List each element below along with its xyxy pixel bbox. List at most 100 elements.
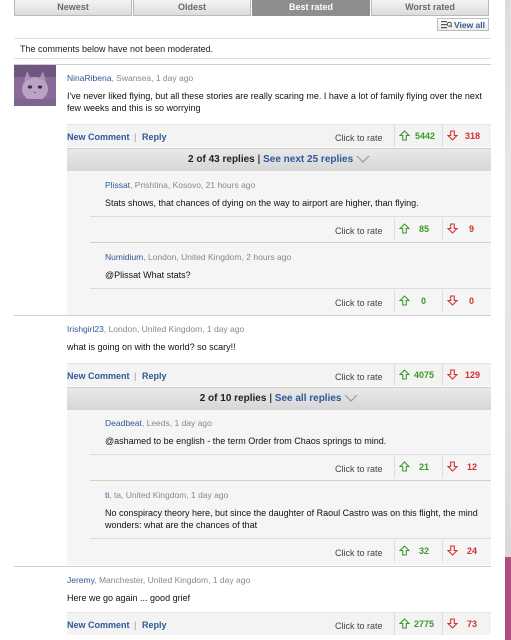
separator: | xyxy=(269,393,272,404)
thumb-down-button[interactable]: 24 xyxy=(442,540,492,562)
thumb-up-button[interactable]: 32 xyxy=(394,540,443,562)
view-all-button[interactable]: View all xyxy=(437,18,489,31)
reply-text: No conspiracy theory here, but since the… xyxy=(105,508,478,530)
down-vote-count: 24 xyxy=(467,546,478,556)
click-to-rate-label: Click to rate xyxy=(335,298,383,308)
thumb-down-arrow-icon xyxy=(447,369,458,380)
new-comment-link[interactable]: New Comment xyxy=(67,371,130,381)
avatar[interactable] xyxy=(14,65,56,106)
reply-text: Stats shows, that chances of dying on th… xyxy=(105,198,419,208)
tab-worst-rated[interactable]: Worst rated xyxy=(371,0,489,16)
reply-action-bar: Click to rate 32 24 xyxy=(90,540,491,562)
comment-location-time: , Swansea, 1 day ago xyxy=(111,73,194,83)
down-vote-count: 0 xyxy=(469,296,475,306)
divider xyxy=(14,58,491,59)
divider xyxy=(14,64,491,65)
thumb-down-button[interactable]: 9 xyxy=(442,218,492,240)
thumb-up-button[interactable]: 4075 xyxy=(394,364,443,386)
thumb-down-button[interactable]: 12 xyxy=(442,456,492,478)
avatar-cat-image xyxy=(14,65,56,106)
reply-action-bar: Click to rate 21 12 xyxy=(90,456,491,478)
comment-location-time: , Manchester, United Kingdom, 1 day ago xyxy=(94,575,251,585)
reply-link[interactable]: Reply xyxy=(142,132,167,142)
divider xyxy=(14,38,491,39)
replies-count: 2 of 10 replies xyxy=(199,393,267,404)
thumb-up-button[interactable]: 0 xyxy=(394,290,443,312)
thumb-up-arrow-icon xyxy=(399,369,410,380)
page-scrollbar[interactable] xyxy=(505,0,511,640)
thumb-down-arrow-icon xyxy=(447,130,458,141)
moderation-notice: The comments below have not been moderat… xyxy=(20,44,214,54)
author-link[interactable]: Jeremy xyxy=(67,575,94,585)
thumb-down-arrow-icon xyxy=(447,545,458,556)
replies-count: 2 of 43 replies xyxy=(188,154,255,165)
click-to-rate-label: Click to rate xyxy=(335,372,383,382)
divider xyxy=(14,315,491,316)
author-link[interactable]: Deadbeat xyxy=(105,418,142,428)
new-comment-link[interactable]: New Comment xyxy=(67,620,130,630)
reply-location-time: , ta, United Kingdom, 1 day ago xyxy=(109,490,229,500)
tab-oldest[interactable]: Oldest xyxy=(133,0,251,16)
thumb-down-button[interactable]: 0 xyxy=(442,290,492,312)
click-to-rate-label: Click to rate xyxy=(335,464,383,474)
thumb-down-arrow-icon xyxy=(447,223,458,234)
thumb-up-arrow-icon xyxy=(399,545,410,556)
comment-action-bar: New Comment | Reply Click to rate 4075 1… xyxy=(67,363,491,386)
reply-link[interactable]: Reply xyxy=(142,371,167,381)
sort-tabs: Newest Oldest Best rated Worst rated xyxy=(14,0,491,16)
thumb-up-arrow-icon xyxy=(399,461,410,472)
thumb-down-arrow-icon xyxy=(447,618,458,629)
comment-meta: NinaRibena, Swansea, 1 day ago xyxy=(67,73,193,83)
separator: | xyxy=(134,620,137,630)
chevron-down-icon[interactable] xyxy=(356,155,370,164)
author-link[interactable]: Plissat xyxy=(105,180,130,190)
divider xyxy=(90,480,491,481)
up-vote-count: 21 xyxy=(419,462,430,472)
thumb-up-button[interactable]: 2775 xyxy=(394,613,443,635)
divider xyxy=(90,216,491,217)
up-vote-count: 4075 xyxy=(414,370,435,380)
comment-action-bar: New Comment | Reply Click to rate 2775 7… xyxy=(67,612,491,635)
reply-location-time: , London, United Kingdom, 2 hours ago xyxy=(143,252,292,262)
reply-action-bar: Click to rate 85 9 xyxy=(90,218,491,240)
new-comment-link[interactable]: New Comment xyxy=(67,132,130,142)
tab-newest[interactable]: Newest xyxy=(14,0,132,16)
reply-location-time: , Leeds, 1 day ago xyxy=(141,418,212,428)
view-all-icon xyxy=(441,21,452,29)
divider xyxy=(14,566,491,567)
down-vote-count: 12 xyxy=(467,462,478,472)
click-to-rate-label: Click to rate xyxy=(335,621,383,631)
down-vote-count: 318 xyxy=(465,131,481,141)
up-vote-count: 2775 xyxy=(414,619,435,629)
author-link[interactable]: Numidium xyxy=(105,252,143,262)
thumb-down-button[interactable]: 73 xyxy=(442,613,492,635)
thumb-down-arrow-icon xyxy=(447,461,458,472)
thumb-up-button[interactable]: 21 xyxy=(394,456,443,478)
scrollbar-thumb[interactable] xyxy=(505,557,511,640)
comment-text: Here we go again ... good grief xyxy=(67,593,191,603)
thumb-down-button[interactable]: 129 xyxy=(442,364,492,386)
thumb-up-button[interactable]: 85 xyxy=(394,218,443,240)
divider xyxy=(90,454,491,455)
thumb-down-arrow-icon xyxy=(447,295,458,306)
comment-location-time: , London, United Kingdom, 1 day ago xyxy=(103,324,245,334)
click-to-rate-label: Click to rate xyxy=(335,226,383,236)
tab-best-rated[interactable]: Best rated xyxy=(252,0,370,16)
author-link[interactable]: Irishgirl23 xyxy=(67,324,104,334)
author-link[interactable]: NinaRibena xyxy=(67,73,111,83)
divider xyxy=(90,538,491,539)
see-next-replies-link[interactable]: See next 25 replies xyxy=(263,154,353,165)
chevron-down-icon[interactable] xyxy=(344,394,358,403)
comment-text: I've never liked flying, but all these s… xyxy=(67,91,482,113)
separator: | xyxy=(134,132,137,142)
reply-link[interactable]: Reply xyxy=(142,620,167,630)
click-to-rate-label: Click to rate xyxy=(335,548,383,558)
thumb-up-button[interactable]: 5442 xyxy=(394,125,443,147)
reply-location-time: , Prishtina, Kosovo, 21 hours ago xyxy=(130,180,256,190)
down-vote-count: 73 xyxy=(467,619,478,629)
thumb-down-button[interactable]: 318 xyxy=(442,125,492,147)
view-all-label: View all xyxy=(453,20,485,30)
see-all-replies-link[interactable]: See all replies xyxy=(275,393,342,404)
thumb-up-arrow-icon xyxy=(399,618,410,629)
reply-meta: Plissat, Prishtina, Kosovo, 21 hours ago xyxy=(105,180,255,190)
